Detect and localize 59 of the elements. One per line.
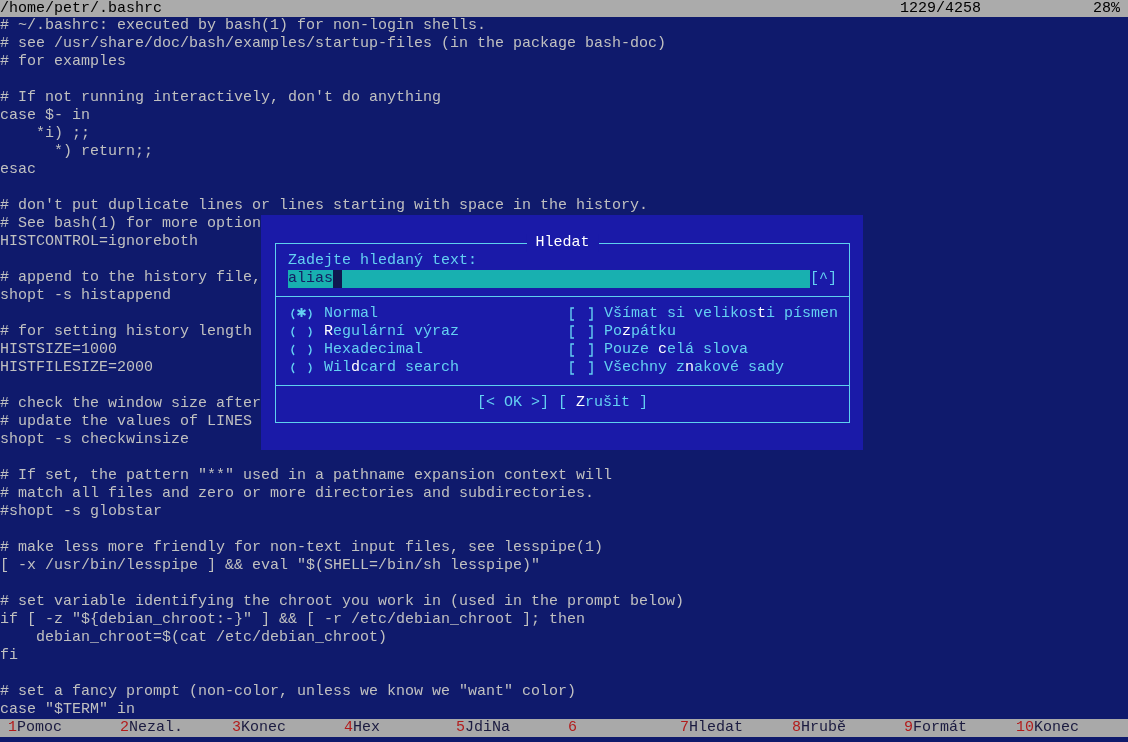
code-line: # See bash(1) for more option bbox=[0, 215, 262, 232]
code-line: shopt -s histappend bbox=[0, 287, 172, 304]
file-path: /home/petr/.bashrc bbox=[0, 0, 164, 17]
checkbox-label[interactable]: Všechny znakové sady bbox=[604, 359, 785, 377]
code-line: if [ -z "${debian_chroot:-}" ] && [ -r /etc/debian_chroot ]; then bbox=[0, 611, 586, 628]
function-key[interactable]: 10Konec bbox=[1016, 719, 1128, 737]
ok-button[interactable]: [< OK >] bbox=[476, 394, 549, 412]
line-position: 1229/4258 bbox=[900, 0, 982, 17]
code-line: HISTSIZE=1000 bbox=[0, 341, 118, 358]
code-line: fi bbox=[0, 647, 18, 664]
code-line: # make less more friendly for non-text input files, see lesspipe(1) bbox=[0, 539, 604, 556]
code-line: # set variable identifying the chroot you work in (used in the prompt below) bbox=[0, 593, 685, 610]
code-line: #shopt -s globstar bbox=[0, 503, 163, 520]
code-line: case "$TERM" in bbox=[0, 701, 136, 718]
code-line: # don't put duplicate lines or lines starting with space in the history. bbox=[0, 197, 649, 214]
percent-read: 28% bbox=[1092, 0, 1120, 17]
radio-label[interactable]: Regulární výraz bbox=[324, 323, 460, 341]
checkbox-label[interactable]: Všímat si velikosti písmen bbox=[604, 305, 839, 323]
checkbox[interactable] bbox=[568, 359, 595, 377]
code-line: *i) ;; bbox=[35, 125, 90, 142]
function-key[interactable]: 8Hrubě bbox=[792, 719, 904, 737]
function-key[interactable]: 7Hledat bbox=[680, 719, 792, 737]
function-key[interactable]: 1Pomoc bbox=[8, 719, 120, 737]
code-line: esac bbox=[0, 161, 36, 178]
code-line: # update the values of LINES bbox=[0, 413, 253, 430]
radio-label[interactable]: Wildcard search bbox=[324, 359, 460, 377]
checkbox-label[interactable]: Pouze celá slova bbox=[604, 341, 749, 359]
code-line: # match all files and zero or more directories and subdirectories. bbox=[0, 485, 595, 502]
code-line: # If not running interactively, don't do anything bbox=[0, 89, 442, 106]
code-line: # set a fancy prompt (non-color, unless we know we "want" color) bbox=[0, 683, 577, 700]
function-key[interactable]: 5JdiNa bbox=[456, 719, 568, 737]
code-line: [ -x /usr/bin/lesspipe ] && eval "$(SHELL=/bin/sh lesspipe)" bbox=[0, 557, 541, 574]
checkbox-label[interactable]: Pozpátku bbox=[604, 323, 677, 341]
function-key[interactable]: 2Nezal. bbox=[120, 719, 232, 737]
code-line: # see /usr/share/doc/bash/examples/startup-files (in the package bash-doc) bbox=[0, 35, 667, 52]
search-field[interactable]: alias bbox=[288, 270, 810, 288]
prompt-label: Zadejte hledaný text: bbox=[288, 252, 478, 269]
radio-label[interactable]: Normal bbox=[324, 305, 378, 323]
checkbox[interactable] bbox=[568, 305, 595, 323]
function-key[interactable]: 9Formát bbox=[904, 719, 1016, 737]
code-line: # If set, the pattern "**" used in a pathname expansion context will bbox=[0, 467, 613, 484]
code-line: # for setting history length bbox=[0, 323, 253, 340]
code-line: shopt -s checkwinsize bbox=[0, 431, 190, 448]
code-line: HISTFILESIZE=2000 bbox=[0, 359, 154, 376]
code-line: *) return;; bbox=[53, 143, 154, 160]
code-line: # check the window size after bbox=[0, 395, 262, 412]
cancel-button[interactable]: [ Zrušit ] bbox=[558, 394, 649, 412]
function-key[interactable]: 4Hex bbox=[344, 719, 456, 737]
code-line: # ~/.bashrc: executed by bash(1) for non-login shells. bbox=[0, 17, 487, 34]
code-line: case $- in bbox=[0, 107, 90, 124]
radio-label[interactable]: Hexadecimal bbox=[324, 341, 424, 359]
function-key[interactable]: 3Konec bbox=[232, 719, 344, 737]
checkbox[interactable] bbox=[568, 323, 595, 341]
code-line: # append to the history file, bbox=[0, 269, 262, 286]
code-line: debian_chroot=$(cat /etc/debian_chroot) bbox=[35, 629, 388, 646]
checkbox[interactable] bbox=[568, 341, 595, 359]
code-line: # for examples bbox=[0, 53, 127, 70]
code-line: HISTCONTROL=ignoreboth bbox=[0, 233, 199, 250]
history-button[interactable]: [^] bbox=[810, 270, 837, 288]
